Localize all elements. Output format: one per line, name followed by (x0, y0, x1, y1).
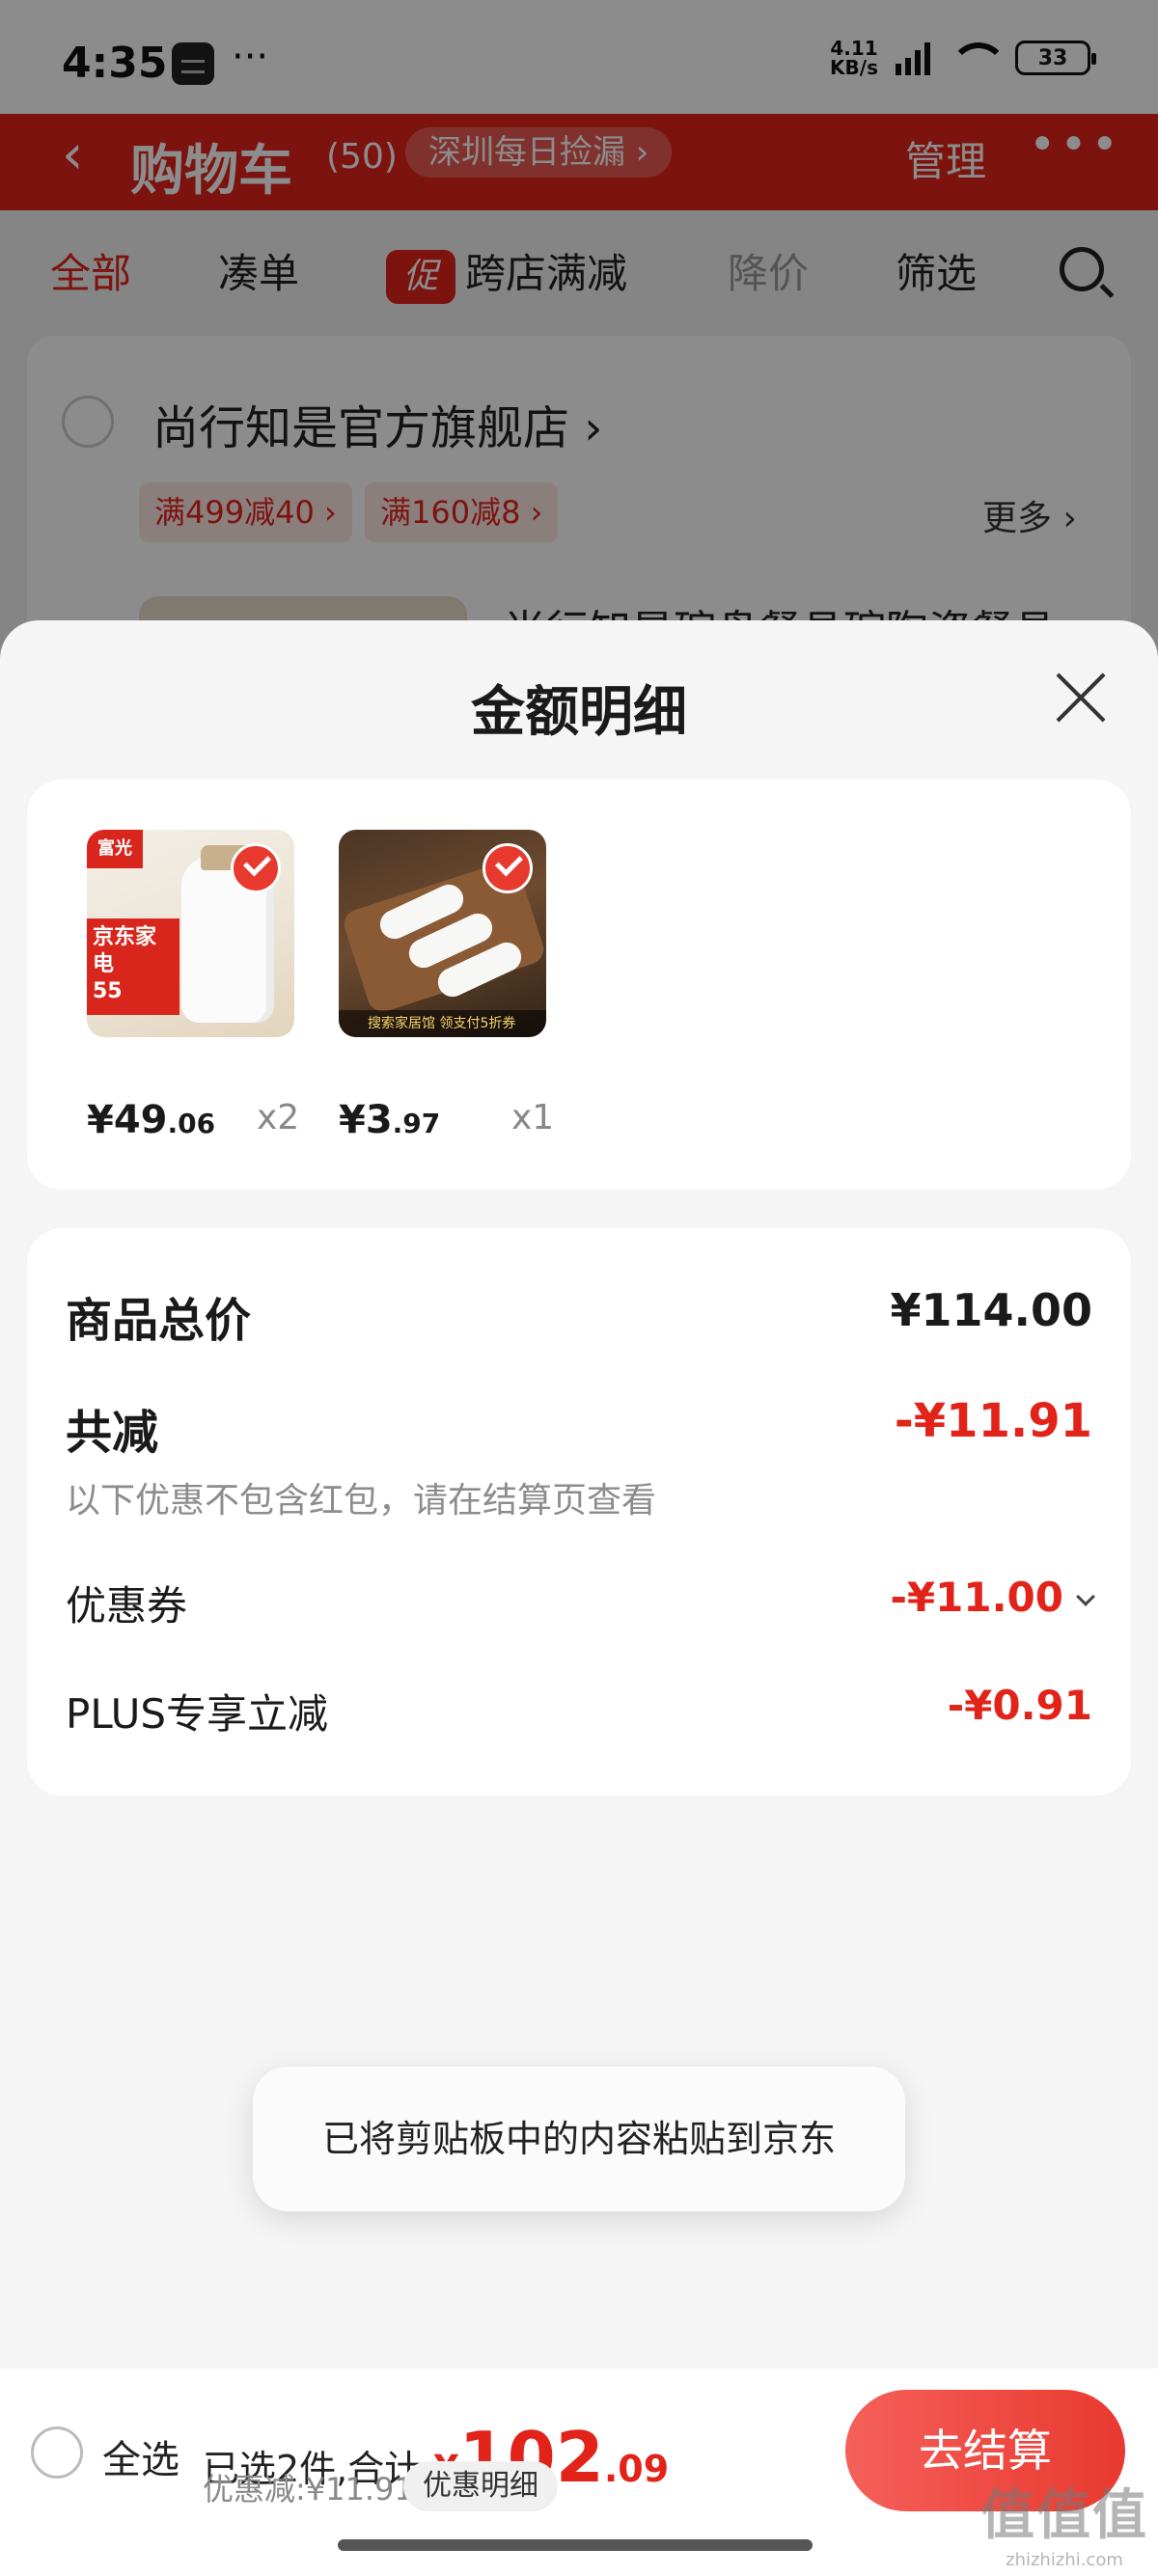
total-price-label: 商品总价 (66, 1294, 252, 1348)
item-quantity: x2 (257, 1098, 300, 1137)
plus-discount-label: PLUS专享立减 (66, 1690, 329, 1738)
total-price-value: ¥114.00 (890, 1284, 1092, 1336)
checked-icon (231, 843, 281, 893)
brand-badge: 富光 (87, 830, 143, 868)
item-quantity: x1 (511, 1098, 555, 1137)
product-banner: 搜索家居馆 领支付5折券 (339, 1010, 546, 1037)
product-image-spoons[interactable]: 搜索家居馆 领支付5折券 (339, 830, 546, 1037)
checked-icon (482, 843, 533, 893)
price-summary-card: 商品总价 ¥114.00 共减 -¥11.91 以下优惠不包含红包，请在结算页查… (27, 1228, 1131, 1795)
promo-label: 京东家电 55 (87, 918, 179, 1015)
clipboard-toast: 已将剪贴板中的内容粘贴到京东 (253, 2067, 905, 2211)
home-indicator[interactable] (338, 2539, 813, 2551)
coupon-value: -¥11.00 (890, 1574, 1063, 1621)
close-icon[interactable] (1052, 669, 1110, 726)
chevron-down-icon (1076, 1587, 1095, 1606)
discount-amount: 优惠减:¥11.91 (203, 2471, 414, 2507)
coupon-row-toggle[interactable]: -¥11.00 (890, 1574, 1095, 1621)
discount-detail-button[interactable]: 优惠明细 (403, 2461, 558, 2511)
item-price: ¥3.97 (339, 1098, 441, 1142)
select-all-radio[interactable] (31, 2426, 83, 2479)
select-all-label[interactable]: 全选 (102, 2428, 179, 2484)
coupon-label: 优惠券 (66, 1582, 188, 1630)
sheet-title: 金额明细 (471, 681, 687, 744)
plus-discount-value: -¥0.91 (947, 1682, 1092, 1729)
discount-note: 以下优惠不包含红包，请在结算页查看 (66, 1481, 657, 1521)
selected-items-card: 富光 京东家电 55 搜索家居馆 领支付5折券 ¥49.06 x2 ¥3.97 … (27, 780, 1131, 1190)
product-image-thermos[interactable]: 富光 京东家电 55 (87, 830, 294, 1037)
total-reduce-label: 共减 (66, 1406, 159, 1460)
item-price: ¥49.06 (87, 1098, 216, 1142)
total-reduce-value: -¥11.91 (894, 1394, 1092, 1448)
watermark-logo: 值值值 zhizhizhi.com (980, 2484, 1148, 2570)
price-detail-sheet: 金额明细 富光 京东家电 55 搜索家居馆 领支付5折券 ¥49.06 x2 ¥… (0, 620, 1158, 2576)
